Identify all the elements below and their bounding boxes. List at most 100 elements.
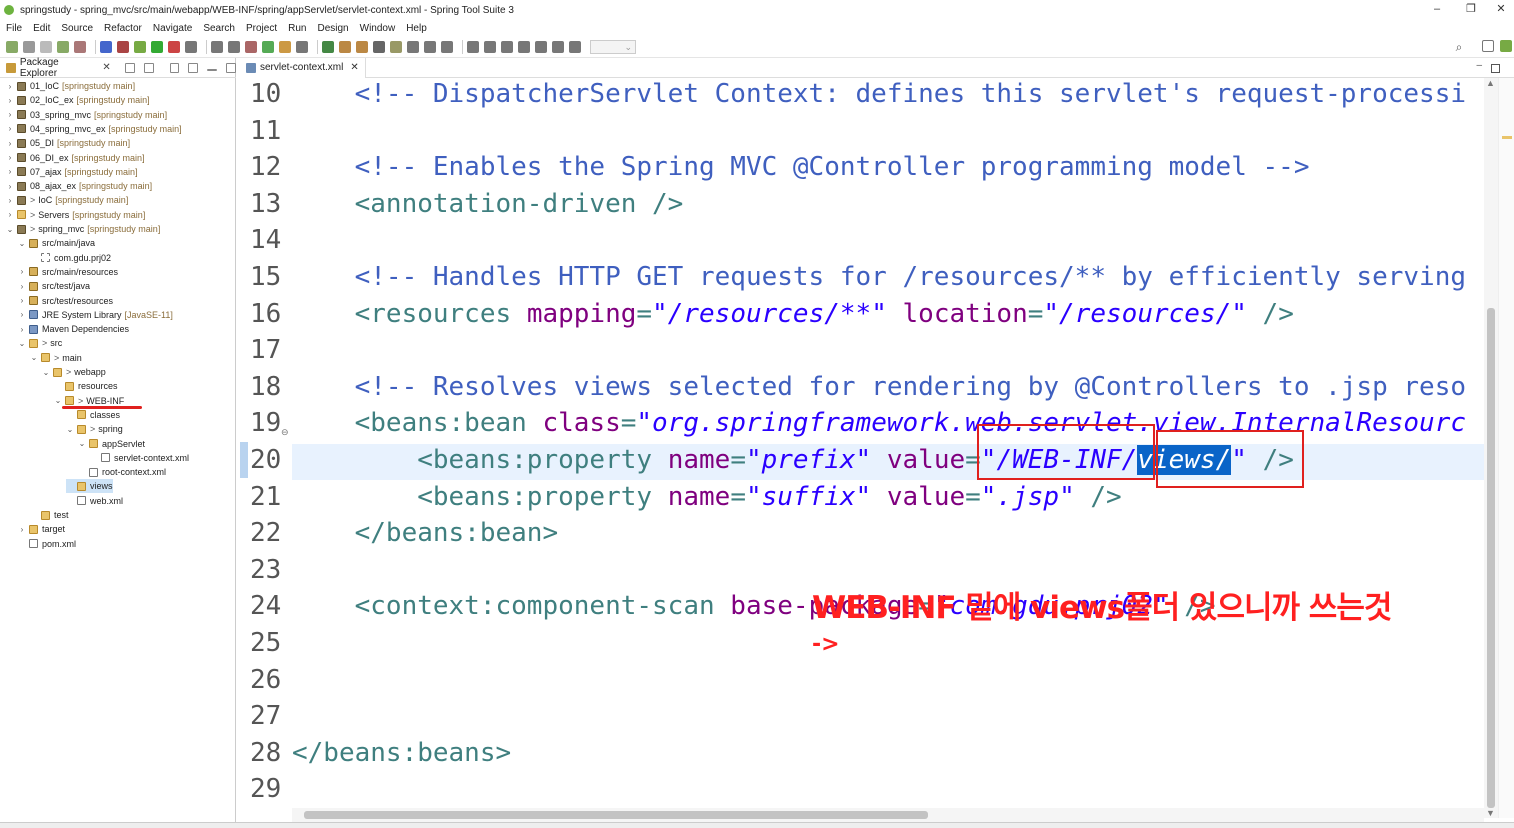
tree-item[interactable]: › 03_spring_mvc [springstudy main] xyxy=(6,108,167,122)
expand-toggle-icon[interactable]: › xyxy=(18,282,26,291)
tree-item[interactable]: › 04_spring_mvc_ex [springstudy main] xyxy=(6,122,182,136)
editor-tab-servlet-context[interactable]: servlet-context.xml ✕ xyxy=(240,57,366,78)
menu-help[interactable]: Help xyxy=(406,23,427,34)
tree-item[interactable]: root-context.xml xyxy=(78,465,166,479)
save-icon[interactable] xyxy=(23,40,35,53)
tree-item[interactable]: › 07_ajax [springstudy main] xyxy=(6,165,138,179)
menu-window[interactable]: Window xyxy=(360,23,396,34)
next-edit-icon[interactable] xyxy=(424,40,436,53)
pin-icon[interactable] xyxy=(390,40,402,53)
forward-icon[interactable] xyxy=(356,40,368,53)
expand-toggle-icon[interactable]: › xyxy=(6,210,14,219)
expand-toggle-icon[interactable]: ⌄ xyxy=(66,425,74,434)
skip-breakpoints-icon[interactable] xyxy=(117,40,129,53)
new-web-icon[interactable] xyxy=(262,40,274,53)
open-type-icon[interactable] xyxy=(211,40,223,53)
print-icon[interactable] xyxy=(57,40,69,53)
code-line[interactable]: <!-- Enables the Spring MVC @Controller … xyxy=(292,149,1310,185)
tree-item[interactable]: › Maven Dependencies xyxy=(18,322,129,336)
annotate-icon[interactable] xyxy=(373,40,385,53)
tree-item[interactable]: › 01_IoC [springstudy main] xyxy=(6,79,135,93)
outline-icon[interactable] xyxy=(569,40,581,53)
back-nav-icon[interactable] xyxy=(441,40,453,53)
menu-file[interactable]: File xyxy=(6,23,22,34)
code-line[interactable]: <resources mapping="/resources/**" locat… xyxy=(292,296,1294,332)
new-icon[interactable] xyxy=(6,40,18,53)
tree-item[interactable]: classes xyxy=(66,408,120,422)
close-window-button[interactable]: ✕ xyxy=(1488,0,1514,20)
tree-item[interactable]: › src/main/resources xyxy=(18,265,118,279)
horizontal-scrollbar[interactable] xyxy=(292,808,1484,822)
build-icon[interactable] xyxy=(185,40,197,53)
refresh-icon[interactable] xyxy=(228,40,240,53)
expand-toggle-icon[interactable]: ⌄ xyxy=(78,439,86,448)
menu-refactor[interactable]: Refactor xyxy=(104,23,142,34)
expand-toggle-icon[interactable]: ⌄ xyxy=(30,353,38,362)
expand-toggle-icon[interactable]: › xyxy=(18,296,26,305)
scroll-down-icon[interactable]: ▼ xyxy=(1486,808,1495,818)
tree-item[interactable]: › > Servers [springstudy main] xyxy=(6,208,146,222)
word-wrap-icon[interactable] xyxy=(501,40,513,53)
tree-item[interactable]: resources xyxy=(54,379,118,393)
package-explorer-tab[interactable]: Package Explorer ✕ xyxy=(0,57,236,79)
fold-icon[interactable]: ⊖ xyxy=(281,427,289,438)
run-icon[interactable] xyxy=(151,40,163,53)
tree-item[interactable]: ⌄ > spring_mvc [springstudy main] xyxy=(6,222,161,236)
expand-toggle-icon[interactable]: › xyxy=(18,267,26,276)
search-icon[interactable] xyxy=(296,40,308,53)
menu-design[interactable]: Design xyxy=(317,23,348,34)
code-line[interactable]: <beans:property name="suffix" value=".js… xyxy=(292,479,1121,515)
tree-item[interactable]: ⌄ appServlet xyxy=(78,437,145,451)
maximize-editor-icon[interactable] xyxy=(1491,64,1500,73)
tree-item[interactable]: pom.xml xyxy=(18,537,76,551)
menu-source[interactable]: Source xyxy=(61,23,93,34)
save-all-icon[interactable] xyxy=(40,40,52,53)
tree-item[interactable]: › src/test/java xyxy=(18,279,90,293)
tree-item[interactable]: test xyxy=(30,508,69,522)
tree-item[interactable]: com.gdu.prj02 xyxy=(30,251,111,265)
menu-run[interactable]: Run xyxy=(288,23,306,34)
expand-toggle-icon[interactable]: ⌄ xyxy=(54,396,62,405)
expand-toggle-icon[interactable]: ⌄ xyxy=(6,225,14,234)
minimize-button[interactable]: – xyxy=(1420,0,1454,20)
tree-item[interactable]: › 02_IoC_ex [springstudy main] xyxy=(6,93,150,107)
minimize-view-icon[interactable] xyxy=(207,68,218,71)
tree-item[interactable]: views xyxy=(66,479,113,494)
tree-item[interactable]: › 08_ajax_ex [springstudy main] xyxy=(6,179,152,193)
view-menu-icon[interactable] xyxy=(188,62,199,73)
tree-item[interactable]: ⌄ src/main/java xyxy=(18,236,95,250)
filter-icon[interactable] xyxy=(169,62,180,73)
code-line[interactable]: <!-- Resolves views selected for renderi… xyxy=(292,369,1466,405)
stop-icon[interactable] xyxy=(168,40,180,53)
search-icon[interactable]: ⌕ xyxy=(1452,40,1466,54)
close-tab-icon[interactable]: ✕ xyxy=(350,62,358,73)
expand-toggle-icon[interactable]: › xyxy=(6,124,14,133)
expand-toggle-icon[interactable]: › xyxy=(6,182,14,191)
code-text[interactable]: <!-- DispatcherServlet Context: defines … xyxy=(292,78,1484,818)
expand-toggle-icon[interactable]: ⌄ xyxy=(18,239,26,248)
tree-item[interactable]: › src/test/resources xyxy=(18,294,113,308)
expand-toggle-icon[interactable]: › xyxy=(6,196,14,205)
expand-toggle-icon[interactable]: › xyxy=(6,153,14,162)
code-line[interactable]: <!-- Handles HTTP GET requests for /reso… xyxy=(292,259,1466,295)
maximize-view-icon[interactable] xyxy=(226,62,236,73)
menu-search[interactable]: Search xyxy=(203,23,235,34)
close-icon[interactable]: ✕ xyxy=(102,62,110,73)
expand-toggle-icon[interactable]: › xyxy=(18,525,26,534)
expand-toggle-icon[interactable]: › xyxy=(6,139,14,148)
menu-project[interactable]: Project xyxy=(246,23,277,34)
toolbar-combo[interactable]: ⌄ xyxy=(590,39,636,54)
overview-ruler[interactable] xyxy=(1498,78,1514,818)
tree-item[interactable]: ⌄ > webapp xyxy=(42,365,106,379)
expand-toggle-icon[interactable]: › xyxy=(18,310,26,319)
restore-button[interactable]: ❐ xyxy=(1454,0,1488,20)
spring-perspective-icon[interactable] xyxy=(1500,40,1512,52)
overview-marker[interactable] xyxy=(1502,136,1512,139)
expand-toggle-icon[interactable]: › xyxy=(18,325,26,334)
properties-icon[interactable] xyxy=(74,40,86,53)
tree-item[interactable]: › > IoC [springstudy main] xyxy=(6,193,129,207)
expand-toggle-icon[interactable]: › xyxy=(6,167,14,176)
tree-item[interactable]: › JRE System Library [JavaSE-11] xyxy=(18,308,173,322)
expand-toggle-icon[interactable]: ⌄ xyxy=(42,368,50,377)
terminal-icon[interactable] xyxy=(100,40,112,53)
